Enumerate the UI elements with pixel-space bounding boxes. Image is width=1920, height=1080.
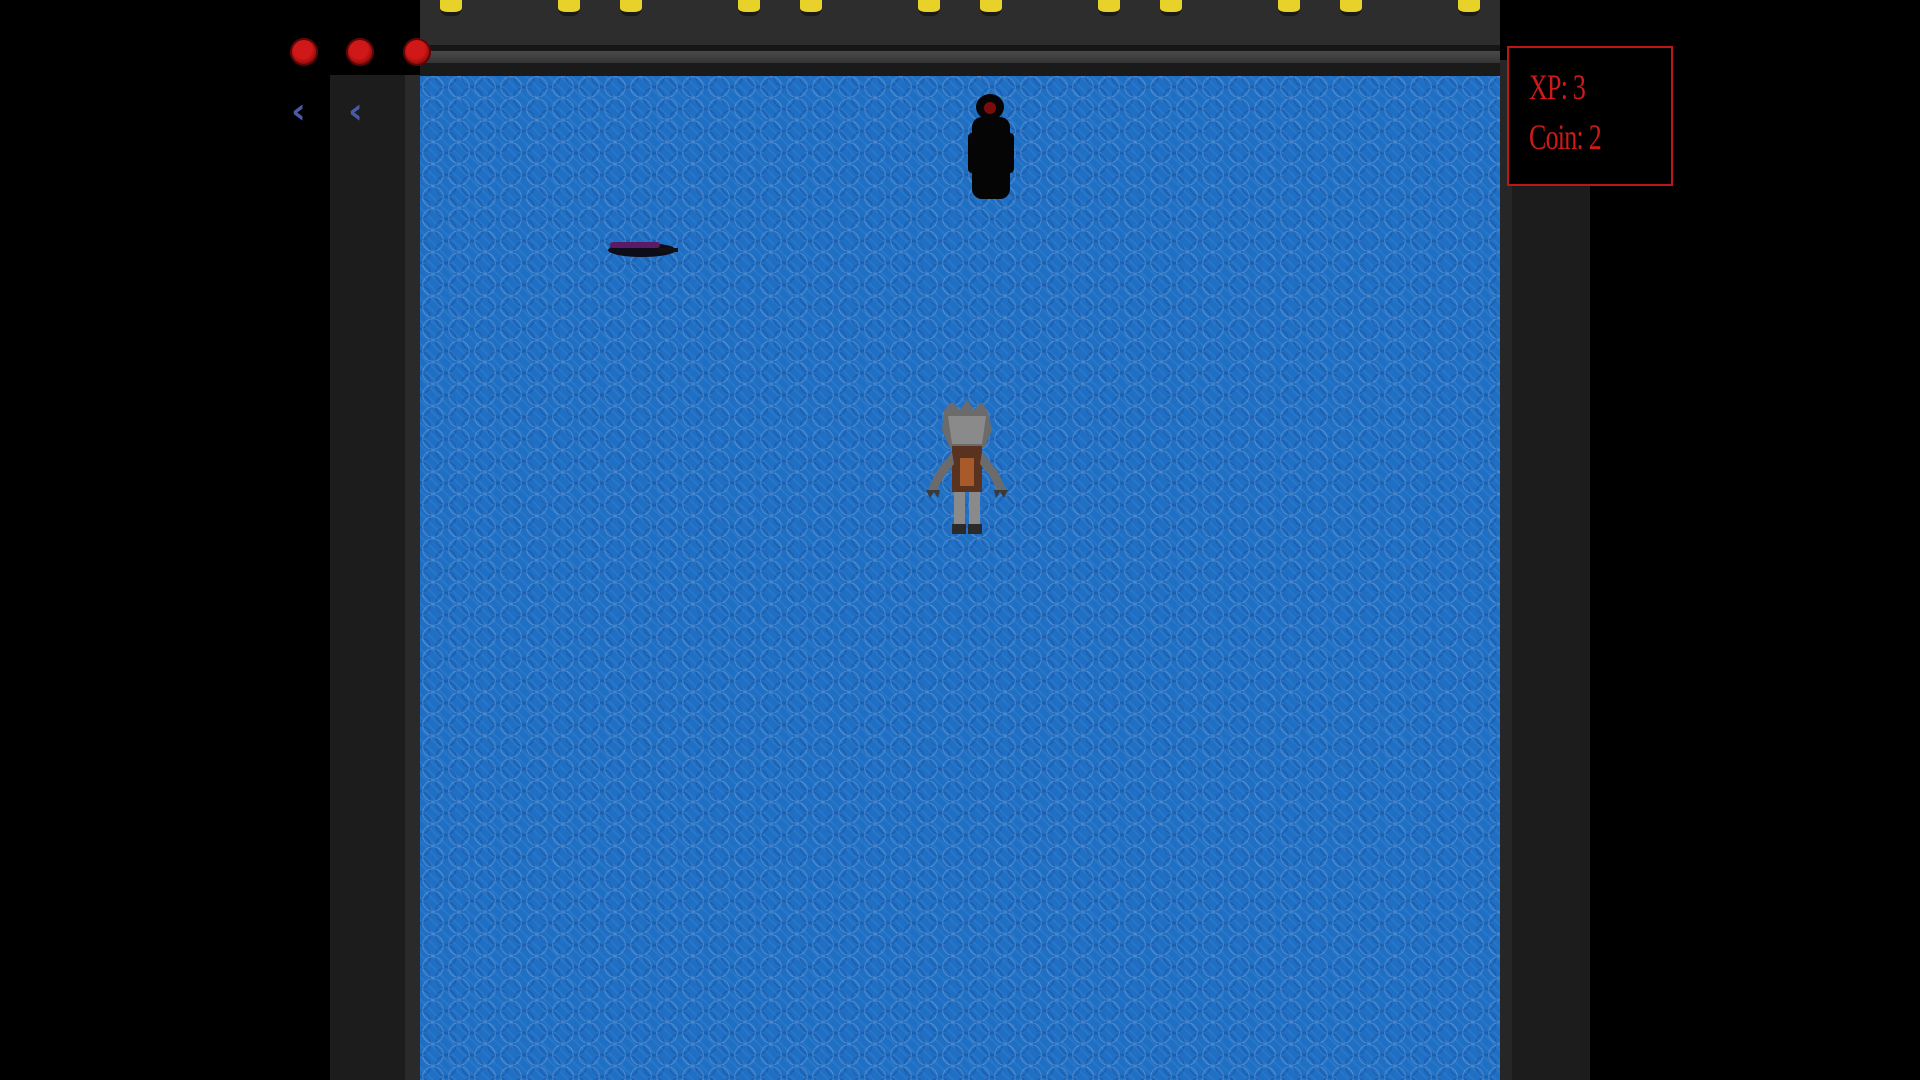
shadow-figure	[968, 94, 1014, 199]
lamp-icon	[980, 0, 1002, 16]
chevron-left-icon: ‹	[291, 91, 306, 132]
lamp-icon	[1278, 0, 1300, 16]
lamp-icon	[1160, 0, 1182, 16]
stats-panel: XP: 3 Coin: 2	[1507, 46, 1673, 186]
xp-counter: XP: 3	[1529, 67, 1586, 107]
left-wall-edge	[405, 75, 420, 1080]
lamp-icon	[918, 0, 940, 16]
heart-icon	[346, 38, 374, 66]
lamp-icon	[800, 0, 822, 16]
top-wall	[420, 0, 1500, 51]
chevron-left-icon: ‹	[348, 91, 363, 132]
right-wall	[1500, 60, 1590, 1080]
heart-icon	[290, 38, 318, 66]
ledge-shadow	[420, 63, 1500, 76]
lamp-icon	[558, 0, 580, 16]
lamp-icon	[738, 0, 760, 16]
floating-item	[608, 242, 678, 257]
coin-counter: Coin: 2	[1529, 117, 1602, 157]
lamp-icon	[1458, 0, 1480, 16]
lamp-icon	[1098, 0, 1120, 16]
game-screen: ‹ ‹ XP: 3 Coin: 2	[0, 0, 1920, 1080]
top-ledge	[420, 51, 1500, 63]
right-wall-edge	[1500, 60, 1512, 1080]
heart-icon	[403, 38, 431, 66]
left-wall	[330, 75, 412, 1080]
lamp-icon	[440, 0, 462, 16]
water-floor	[420, 76, 1500, 1080]
lamp-icon	[620, 0, 642, 16]
lamp-icon	[1340, 0, 1362, 16]
werewolf-player	[926, 400, 1008, 534]
